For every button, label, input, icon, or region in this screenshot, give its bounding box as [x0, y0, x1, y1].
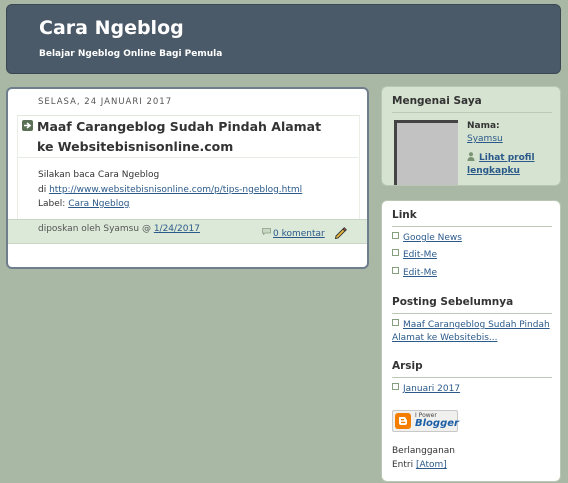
- bullet-icon: [392, 267, 399, 274]
- bullet-icon: [392, 232, 399, 239]
- powered-by-blogger-badge[interactable]: I Power Blogger: [392, 410, 459, 432]
- sidebar-link-item: Edit-Me: [392, 249, 437, 260]
- view-profile-link[interactable]: Lihat profil lengkapku: [467, 152, 557, 178]
- post-date: SELASA, 24 JANUARI 2017: [38, 97, 173, 107]
- sidebar: Link Google News Edit-Me Edit-Me Posting…: [381, 200, 561, 482]
- blogger-logo-icon: [395, 413, 411, 429]
- bullet-icon: [392, 383, 399, 390]
- blog-description: Belajar Ngeblog Online Bagi Pemula: [39, 49, 223, 59]
- subscribe-label: Berlangganan: [392, 446, 455, 456]
- about-heading: Mengenai Saya: [392, 95, 482, 107]
- post-author: diposkan oleh Syamsu @: [38, 224, 154, 234]
- sidebar-link-item: Google News: [392, 232, 462, 243]
- divider: [392, 112, 552, 113]
- sidebar-link[interactable]: Google News: [403, 233, 462, 243]
- archive-item: Januari 2017: [392, 383, 460, 394]
- subscribe-section: Berlangganan Entri [Atom]: [392, 444, 455, 472]
- post-body-line: di http://www.websitebisnisonline.com/p/…: [38, 183, 302, 198]
- post-author-line: diposkan oleh Syamsu @ 1/24/2017: [38, 224, 200, 234]
- post-body-line: Silakan baca Cara Ngeblog: [38, 170, 160, 180]
- label-link[interactable]: Cara Ngeblog: [68, 199, 129, 209]
- post-footer: diposkan oleh Syamsu @ 1/24/2017 0 komen…: [8, 219, 367, 244]
- blog-title[interactable]: Cara Ngeblog: [39, 17, 184, 39]
- about-me-box: Mengenai Saya Nama: Syamsu Lihat profil …: [381, 86, 561, 186]
- divider: [392, 226, 552, 227]
- profile-name-link[interactable]: Syamsu: [467, 134, 503, 144]
- archive-heading: Arsip: [392, 360, 423, 372]
- atom-feed-link[interactable]: [Atom]: [416, 460, 447, 470]
- blog-header: Cara Ngeblog Belajar Ngeblog Online Bagi…: [6, 4, 561, 74]
- links-heading: Link: [392, 209, 417, 221]
- subscribe-prefix: Entri: [392, 460, 416, 470]
- blogger-brand-text: Blogger: [415, 418, 459, 429]
- sidebar-link[interactable]: Edit-Me: [403, 250, 437, 260]
- archive-link[interactable]: Januari 2017: [403, 384, 460, 394]
- post-body: Silakan baca Cara Ngeblog di http://www.…: [38, 168, 302, 212]
- post-body-link[interactable]: http://www.websitebisnisonline.com/p/tip…: [49, 185, 302, 195]
- subscribe-line: Entri [Atom]: [392, 458, 455, 472]
- sidebar-link[interactable]: Edit-Me: [403, 268, 437, 278]
- divider: [392, 377, 552, 378]
- main-post-panel: SELASA, 24 JANUARI 2017 Maaf Carangeblog…: [6, 87, 369, 269]
- bullet-icon: [392, 319, 399, 326]
- post-timestamp-link[interactable]: 1/24/2017: [154, 224, 200, 234]
- profile-name-label: Nama:: [467, 121, 500, 131]
- arrow-right-icon: [22, 120, 33, 131]
- post-title[interactable]: Maaf Carangeblog Sudah Pindah Alamat ke …: [37, 117, 337, 157]
- post-labels: Label: Cara Ngeblog: [38, 197, 302, 212]
- profile-photo[interactable]: [394, 120, 458, 185]
- pencil-edit-icon[interactable]: [333, 225, 347, 239]
- comment-icon: [262, 228, 271, 235]
- recent-post-link[interactable]: Maaf Carangeblog Sudah Pindah Alamat ke …: [392, 320, 550, 343]
- divider: [392, 313, 552, 314]
- sidebar-link-item: Edit-Me: [392, 267, 437, 278]
- bullet-icon: [392, 249, 399, 256]
- divider: [18, 157, 358, 158]
- post-body-prefix: di: [38, 184, 50, 195]
- recent-post-item: Maaf Carangeblog Sudah Pindah Alamat ke …: [392, 319, 552, 345]
- recent-posts-heading: Posting Sebelumnya: [392, 296, 514, 308]
- comments-link[interactable]: 0 komentar: [273, 229, 325, 239]
- label-prefix: Label:: [38, 199, 69, 209]
